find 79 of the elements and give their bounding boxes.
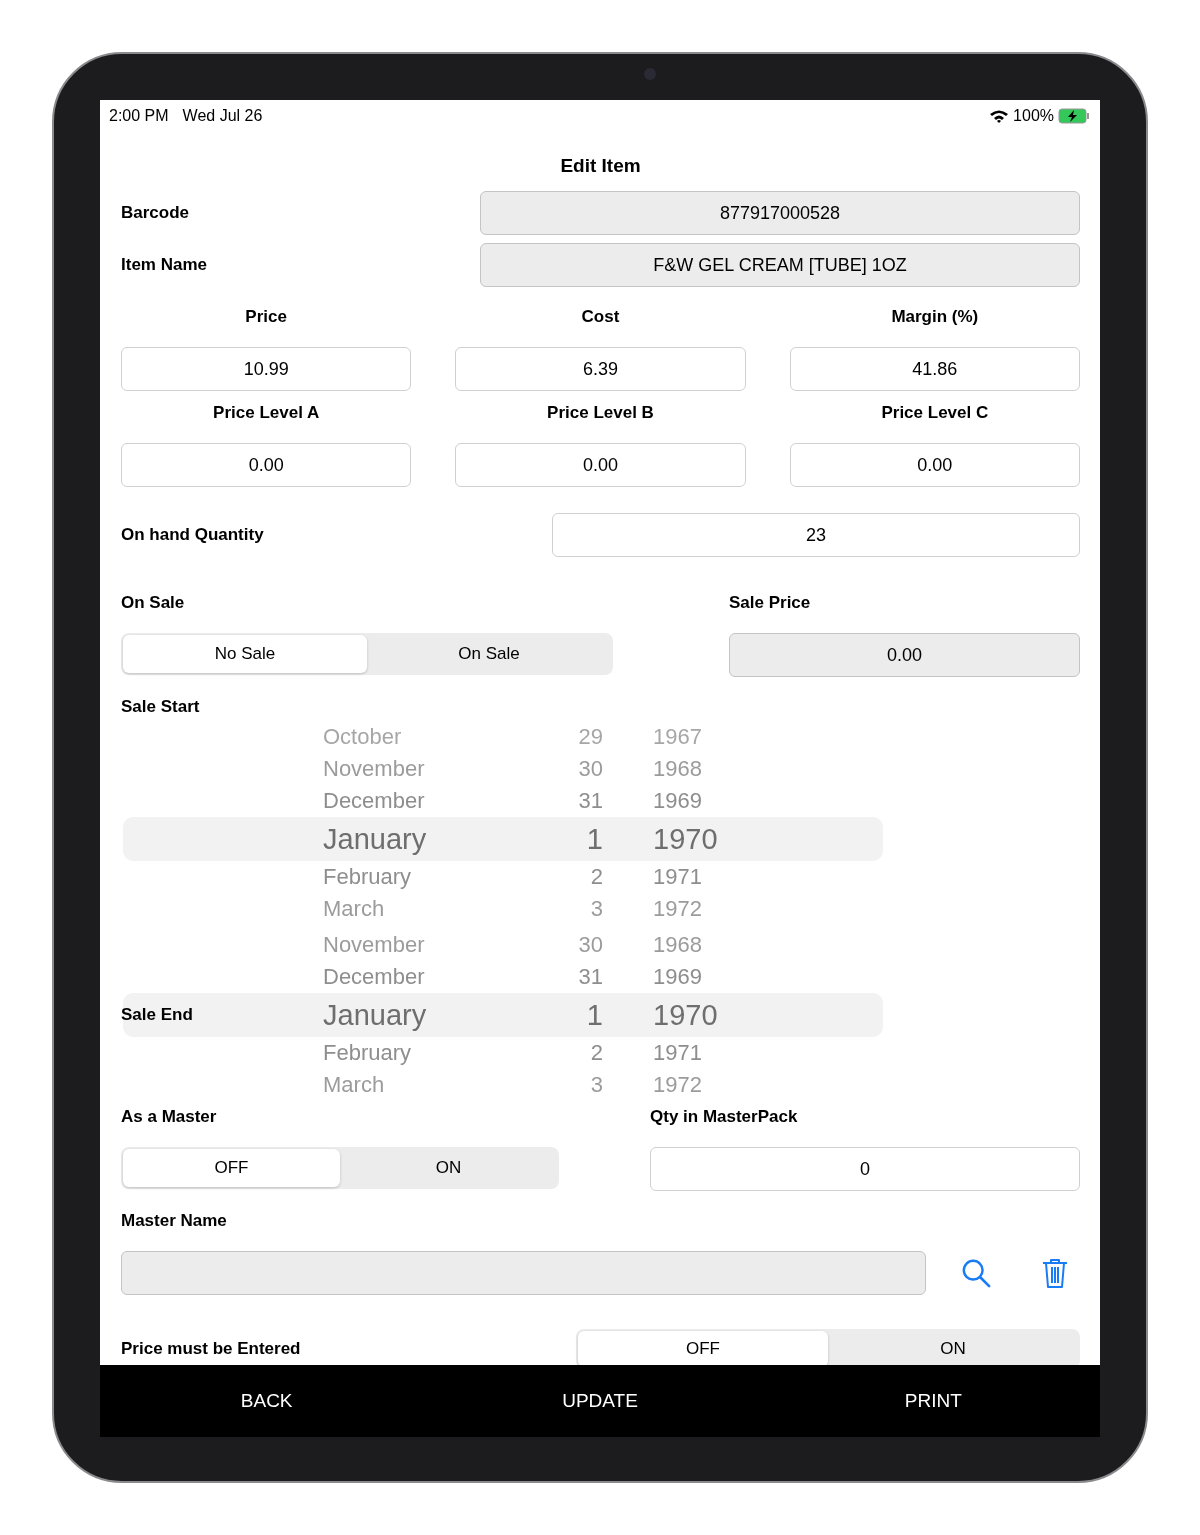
field-label: Barcode [121,203,191,223]
field-label: Price Level C [880,403,990,423]
picker-month[interactable]: December [323,964,523,990]
sale-price-field[interactable]: 0.00 [729,633,1080,677]
barcode-field[interactable]: 877917000528 [480,191,1080,235]
picker-year[interactable]: 1972 [623,1072,783,1098]
picker-month[interactable]: February [323,1040,523,1066]
trash-icon[interactable] [1041,1257,1069,1289]
picker-day[interactable]: 29 [543,724,603,750]
picker-year[interactable]: 1970 [623,822,783,856]
battery-charging-icon [1058,108,1090,124]
price-field[interactable]: 6.39 [455,347,746,391]
field-label: Sale End [121,1005,193,1025]
picker-day[interactable]: 30 [543,756,603,782]
segment-option[interactable]: ON [340,1149,557,1187]
picker-year[interactable]: 1968 [623,756,783,782]
segment-option[interactable]: No Sale [123,635,367,673]
picker-day[interactable]: 30 [543,932,603,958]
search-icon[interactable] [961,1257,991,1289]
picker-year[interactable]: 1968 [623,932,783,958]
picker-day[interactable]: 3 [543,896,603,922]
picker-month[interactable]: October [323,724,523,750]
picker-day[interactable]: 31 [543,964,603,990]
segment-option[interactable]: ON [828,1331,1078,1365]
bottom-bar-button[interactable]: UPDATE [433,1365,767,1437]
field-label: Master Name [121,1211,227,1231]
status-time: 2:00 PM [109,107,169,125]
price-field[interactable]: 41.86 [789,347,1080,391]
picker-day[interactable]: 3 [543,1072,603,1098]
field-label: Price Level B [546,403,655,423]
master-name-field[interactable] [121,1251,926,1295]
picker-month[interactable]: November [323,756,523,782]
picker-year[interactable]: 1970 [623,998,783,1032]
field-label: Cost [580,307,621,327]
picker-day[interactable]: 31 [543,788,603,814]
picker-year[interactable]: 1971 [623,864,783,890]
field-label: Sale Start [121,697,200,717]
segment-option[interactable]: OFF [123,1149,340,1187]
picker-year[interactable]: 1972 [623,896,783,922]
picker-year[interactable]: 1967 [623,724,783,750]
bottom-bar-button[interactable]: PRINT [766,1365,1100,1437]
price-level-field[interactable]: 0.00 [455,443,746,487]
picker-month[interactable]: January [323,998,523,1032]
field-label: Margin (%) [890,307,980,327]
field-label: As a Master [121,1107,218,1127]
picker-month[interactable]: November [323,932,523,958]
field-label: Price [244,307,288,327]
field-label: On hand Quantity [121,525,265,545]
picker-month[interactable]: February [323,864,523,890]
picker-month[interactable]: December [323,788,523,814]
segment-option[interactable]: On Sale [367,635,611,673]
field-label: Price Level A [212,403,321,423]
picker-year[interactable]: 1971 [623,1040,783,1066]
price-level-field[interactable]: 0.00 [789,443,1080,487]
field-label: Qty in MasterPack [650,1107,799,1127]
price-level-field[interactable]: 0.00 [121,443,412,487]
field-label: Price must be Entered [121,1339,302,1359]
picker-year[interactable]: 1969 [623,964,783,990]
picker-day[interactable]: 2 [543,864,603,890]
picker-month[interactable]: March [323,896,523,922]
field-label: Item Name [121,255,208,275]
picker-year[interactable]: 1969 [623,788,783,814]
screen-title: Edit Item [559,155,642,177]
item-name-field[interactable]: F&W GEL CREAM [TUBE] 1OZ [480,243,1080,287]
status-date: Wed Jul 26 [182,107,263,125]
field-label: Sale Price [729,593,812,613]
picker-day[interactable]: 1 [543,998,603,1032]
wifi-icon [989,109,1010,123]
picker-day[interactable]: 1 [543,822,603,856]
segment-option[interactable]: OFF [578,1331,828,1365]
battery-percent: 100% [1013,107,1054,125]
picker-month[interactable]: March [323,1072,523,1098]
bottom-bar-button[interactable]: BACK [100,1365,434,1437]
price-field[interactable]: 10.99 [121,347,412,391]
masterpack-quantity-field[interactable]: 0 [650,1147,1080,1191]
picker-day[interactable]: 2 [543,1040,603,1066]
field-label: On Sale [121,593,186,613]
picker-month[interactable]: January [323,822,523,856]
quantity-field[interactable]: 23 [552,513,1080,557]
